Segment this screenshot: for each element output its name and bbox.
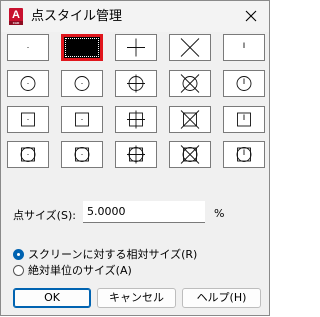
relative-size-radio[interactable]: [13, 248, 24, 260]
dialog-title: 点スタイル管理: [31, 9, 123, 24]
point-style-circle[interactable]: [61, 70, 103, 97]
point-style-square-tick[interactable]: [223, 106, 265, 133]
point-style-square[interactable]: [61, 106, 103, 133]
point-size-input[interactable]: 5.0000: [83, 201, 205, 223]
point-style-cross[interactable]: [169, 34, 211, 61]
point-style-empty[interactable]: [61, 34, 103, 61]
ok-button[interactable]: OK: [13, 288, 91, 308]
circle-square-plus-point-icon: [127, 145, 145, 164]
square-point-icon: [21, 112, 35, 127]
point-style-circle-cross[interactable]: [169, 70, 211, 97]
plus-point-icon: [127, 38, 145, 57]
point-style-circle-tick[interactable]: [223, 70, 265, 97]
help-button[interactable]: ヘルプ(H): [182, 288, 261, 308]
relative-size-label: スクリーンに対する相対サイズ(R): [28, 248, 198, 261]
square-point-icon: [75, 112, 89, 127]
absolute-size-label: 絶対単位のサイズ(A): [28, 264, 132, 277]
point-size-unit: %: [214, 207, 225, 220]
point-style-circle-square-tick[interactable]: [223, 141, 265, 168]
point-style-circle[interactable]: [7, 70, 49, 97]
circle-point-icon: [74, 76, 90, 91]
app-icon-letter: A: [12, 9, 20, 21]
circle-square-point-icon: [74, 147, 90, 162]
circle-cross-point-icon: [180, 74, 200, 93]
absolute-size-radio[interactable]: [13, 264, 24, 276]
tick-point-icon: [243, 42, 245, 48]
point-style-circle-square-cross[interactable]: [169, 141, 211, 168]
circle-plus-point-icon: [127, 74, 145, 93]
square-cross-point-icon: [180, 110, 200, 129]
autocad-app-icon: A CAD: [9, 8, 23, 25]
point-style-square[interactable]: [7, 106, 49, 133]
circle-square-tick-point-icon: [236, 147, 252, 162]
relative-size-option[interactable]: スクリーンに対する相対サイズ(R): [13, 246, 197, 262]
square-plus-point-icon: [127, 110, 145, 129]
point-style-circle-square-plus[interactable]: [115, 141, 157, 168]
circle-point-icon: [20, 76, 36, 91]
point-size-label: 点サイズ(S):: [13, 209, 76, 222]
point-style-dialog: A CAD 点スタイル管理 点サイズ(S): 5.0000 % スクリーンに対す…: [0, 0, 270, 316]
title-bar: A CAD 点スタイル管理: [1, 1, 269, 32]
point-style-circle-plus[interactable]: [115, 70, 157, 97]
cancel-button[interactable]: キャンセル: [97, 288, 176, 308]
point-style-tick[interactable]: [223, 34, 265, 61]
point-style-circle-square[interactable]: [7, 141, 49, 168]
absolute-size-option[interactable]: 絶対単位のサイズ(A): [13, 262, 132, 278]
selection-focus-ring: [65, 38, 99, 57]
point-style-plus[interactable]: [115, 34, 157, 61]
circle-tick-point-icon: [236, 76, 252, 91]
square-tick-point-icon: [237, 112, 251, 127]
circle-square-point-icon: [20, 147, 36, 162]
point-style-square-cross[interactable]: [169, 106, 211, 133]
cross-point-icon: [180, 38, 200, 57]
point-style-dot[interactable]: [7, 34, 49, 61]
circle-square-cross-point-icon: [180, 145, 200, 164]
dot-point-icon: [27, 47, 29, 48]
point-style-circle-square[interactable]: [61, 141, 103, 168]
close-icon: [245, 10, 257, 22]
point-style-square-plus[interactable]: [115, 106, 157, 133]
close-button[interactable]: [239, 5, 263, 27]
app-icon-sub: CAD: [9, 21, 23, 25]
